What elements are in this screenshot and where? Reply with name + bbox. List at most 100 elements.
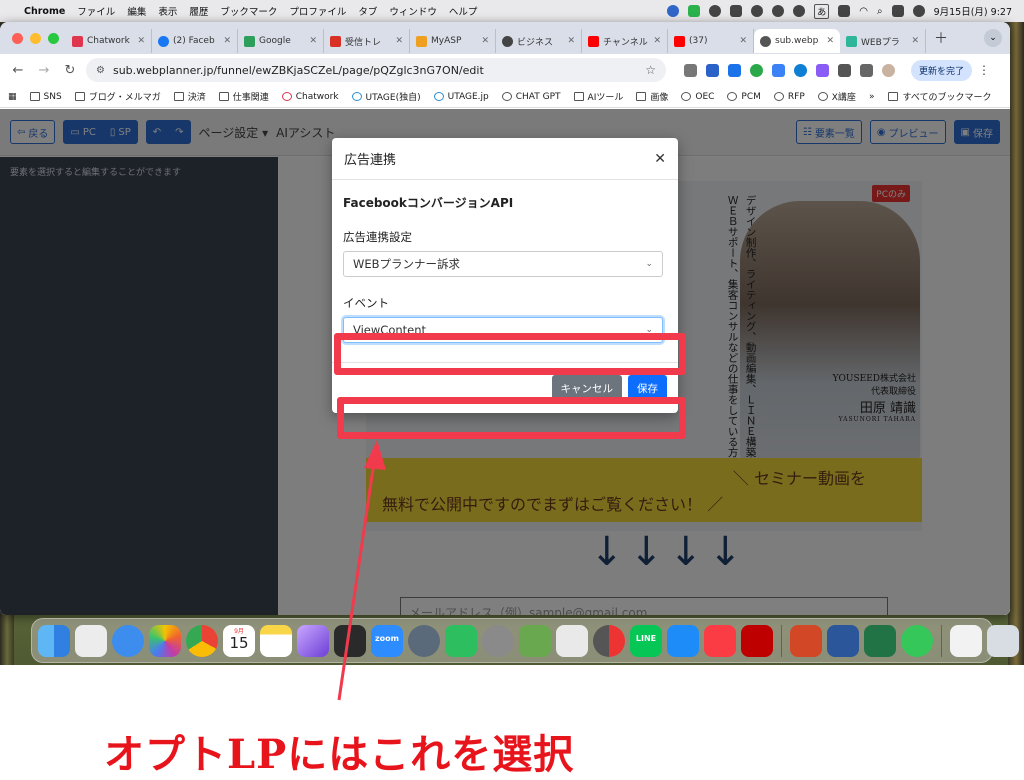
calendar-icon[interactable]: 9月 15 xyxy=(223,624,255,657)
music-icon[interactable] xyxy=(704,624,736,657)
downloads-stack-icon[interactable] xyxy=(950,624,982,657)
menu-file[interactable]: ファイル xyxy=(77,4,115,18)
apps-grid-icon[interactable]: ▦ xyxy=(8,92,17,102)
bookmark-star-icon[interactable]: ☆ xyxy=(645,63,656,77)
translate-extension-icon[interactable] xyxy=(706,63,719,77)
reload-icon[interactable]: ↻ xyxy=(60,63,80,78)
close-tab-icon[interactable]: ✕ xyxy=(481,36,489,46)
status-app-icon[interactable] xyxy=(667,5,680,17)
docs-extension-icon[interactable] xyxy=(728,63,741,77)
bookmarks-overflow-icon[interactable]: » xyxy=(869,92,875,102)
tab-facebook[interactable]: (2) Faceb ✕ xyxy=(152,29,238,53)
drive-extension-icon[interactable] xyxy=(772,63,785,77)
quicktime-icon[interactable] xyxy=(408,624,440,657)
tab-webplanner-active[interactable]: sub.webp ✕ xyxy=(754,29,840,53)
color-extension-icon[interactable] xyxy=(750,63,763,77)
word-icon[interactable] xyxy=(827,624,859,657)
tab-chatwork[interactable]: Chatwork ✕ xyxy=(66,29,152,53)
bookmark-x-course[interactable]: X講座 xyxy=(817,90,856,103)
menu-edit[interactable]: 編集 xyxy=(127,4,146,18)
menu-clock[interactable]: 9月15日(月) 9:27 xyxy=(934,4,1012,18)
line-icon[interactable]: LINE xyxy=(630,624,662,657)
bookmark-chatgpt[interactable]: CHAT GPT xyxy=(501,92,561,102)
evernote-status-icon[interactable] xyxy=(709,5,722,17)
ai-extension-icon[interactable] xyxy=(816,63,829,77)
evernote-icon[interactable] xyxy=(445,624,477,657)
forward-arrow-icon[interactable]: → xyxy=(34,63,54,78)
menu-help[interactable]: ヘルプ xyxy=(449,4,478,18)
safari-icon[interactable] xyxy=(112,624,144,657)
dropbox-status-icon[interactable] xyxy=(730,5,743,17)
photos-icon[interactable] xyxy=(149,624,181,657)
copilot-status-icon[interactable] xyxy=(793,5,806,17)
messages-icon[interactable] xyxy=(901,624,933,657)
input-method-indicator[interactable]: あ xyxy=(814,3,830,19)
address-bar[interactable]: ⚙ sub.webplanner.jp/funnel/ewZBKjaSCZeL/… xyxy=(86,58,666,82)
line-status-icon[interactable] xyxy=(688,5,701,17)
menu-bookmarks[interactable]: ブックマーク xyxy=(220,4,277,18)
close-tab-icon[interactable]: ✕ xyxy=(911,36,919,46)
obsidian-icon[interactable] xyxy=(297,624,329,657)
filezilla-icon[interactable] xyxy=(741,624,773,657)
puzzle-extensions-icon[interactable] xyxy=(838,63,851,77)
trash-icon[interactable] xyxy=(987,624,1019,657)
menu-profiles[interactable]: プロファイル xyxy=(289,4,346,18)
bookmark-utage-own[interactable]: UTAGE(独自) xyxy=(351,90,421,103)
tab-search-button[interactable]: ⌄ xyxy=(984,29,1002,47)
play-status-icon[interactable] xyxy=(772,5,785,17)
minimize-window-button[interactable] xyxy=(30,32,41,44)
close-tab-icon[interactable]: ✕ xyxy=(739,36,747,46)
launchpad-icon[interactable] xyxy=(75,624,107,657)
menu-view[interactable]: 表示 xyxy=(158,4,177,18)
bookmark-folder-blog[interactable]: ブログ・メルマガ xyxy=(74,90,161,103)
browser-menu-icon[interactable]: ⋮ xyxy=(978,63,990,77)
close-tab-icon[interactable]: ✕ xyxy=(567,36,575,46)
new-tab-button[interactable]: ＋ xyxy=(934,28,948,48)
tab-youtube[interactable]: (37) ✕ xyxy=(668,29,754,53)
bookmark-folder-ai-tools[interactable]: AIツール xyxy=(573,90,623,103)
siri-icon[interactable] xyxy=(912,5,925,17)
bookmark-chatwork[interactable]: Chatwork xyxy=(281,92,339,102)
wifi-icon[interactable]: ◠ xyxy=(859,6,868,17)
back-arrow-icon[interactable]: ← xyxy=(8,63,28,78)
bookmark-folder-sns[interactable]: SNS xyxy=(29,92,62,102)
zoom-window-button[interactable] xyxy=(48,32,59,44)
bookmark-folder-images[interactable]: 画像 xyxy=(636,90,668,103)
menu-window[interactable]: ウィンドウ xyxy=(389,4,437,18)
close-window-button[interactable] xyxy=(12,32,23,44)
menu-history[interactable]: 履歴 xyxy=(189,4,208,18)
close-tab-icon[interactable]: ✕ xyxy=(309,36,317,46)
close-tab-icon[interactable]: ✕ xyxy=(826,36,834,46)
bookmark-folder-payment[interactable]: 決済 xyxy=(173,90,206,103)
menu-tab[interactable]: タブ xyxy=(358,4,377,18)
ad-setting-select[interactable]: WEBプランナー訴求 ⌄ xyxy=(343,251,663,277)
numbers-icon[interactable] xyxy=(519,624,551,657)
close-icon[interactable]: ✕ xyxy=(654,151,666,167)
url-text[interactable]: sub.webplanner.jp/funnel/ewZBKjaSCZeL/pa… xyxy=(113,64,484,77)
close-tab-icon[interactable]: ✕ xyxy=(653,36,661,46)
notes-icon[interactable] xyxy=(260,624,292,657)
script-editor-icon[interactable] xyxy=(556,624,588,657)
reading-list-icon[interactable] xyxy=(860,63,873,77)
bookmark-utage-jp[interactable]: UTAGE.jp xyxy=(433,92,489,102)
tab-business[interactable]: ビジネス ✕ xyxy=(496,29,582,53)
app-dark-icon[interactable] xyxy=(334,624,366,657)
disk-utility-icon[interactable] xyxy=(593,624,625,657)
camera-extension-icon[interactable] xyxy=(684,63,697,77)
tab-youtube-channel[interactable]: チャンネル ✕ xyxy=(582,29,668,53)
app-menu[interactable]: Chrome xyxy=(24,6,65,17)
search-icon[interactable]: ⌕ xyxy=(877,6,883,17)
finder-icon[interactable] xyxy=(38,624,70,657)
chrome-icon[interactable] xyxy=(186,624,218,657)
tab-webplanner[interactable]: WEBプラ ✕ xyxy=(840,29,926,53)
close-tab-icon[interactable]: ✕ xyxy=(137,36,145,46)
edge-extension-icon[interactable] xyxy=(794,63,807,77)
tab-gmail[interactable]: 受信トレ ✕ xyxy=(324,29,410,53)
bookmark-folder-all[interactable]: すべてのブックマーク xyxy=(888,90,991,103)
bookmark-oec[interactable]: OEC xyxy=(681,92,714,102)
sync-status-icon[interactable] xyxy=(751,5,764,17)
control-center-icon[interactable] xyxy=(891,5,904,17)
app-store-icon[interactable] xyxy=(667,624,699,657)
tab-google[interactable]: Google ✕ xyxy=(238,29,324,53)
system-settings-icon[interactable] xyxy=(482,624,514,657)
